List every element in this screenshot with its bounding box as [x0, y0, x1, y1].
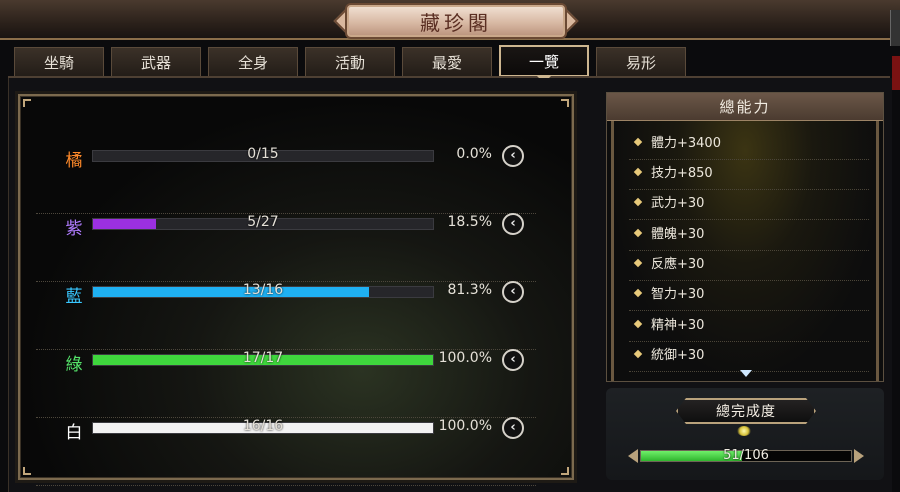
tab-events[interactable]: 活動 [305, 47, 395, 77]
chevron-left-icon: ‹ [510, 352, 516, 367]
grade-label: 紫 [65, 219, 83, 239]
progress-percent: 100.0% [438, 418, 492, 434]
progress-bar: 5/27 [92, 214, 434, 230]
tab-full-body[interactable]: 全身 [208, 47, 298, 77]
panel-frame-left [611, 121, 614, 381]
total-ability-title: 總能力 [607, 93, 883, 121]
grade-label: 藍 [65, 287, 83, 307]
stat-text: 體力+3400 [651, 136, 721, 151]
tab-bar: 坐騎 武器 全身 活動 最愛 一覽 易形 [0, 44, 900, 78]
corner-ornament [23, 99, 31, 107]
row-divider [629, 219, 869, 220]
progress-count: 0/15 [247, 146, 279, 162]
grade-row-white: 白 16/16 100.0% ‹ [36, 417, 536, 486]
grade-label: 綠 [65, 355, 83, 375]
diamond-bullet-icon [633, 288, 643, 298]
panel-frame-right [876, 121, 879, 381]
stat-row: 精神+30 [629, 312, 869, 342]
completion-progress-bar: 51/106 [640, 448, 852, 463]
stat-text: 體魄+30 [651, 227, 705, 242]
window-title-plate: 藏珍閣 [345, 3, 567, 39]
completion-title: 總完成度 [676, 398, 816, 424]
diamond-bullet-icon [633, 167, 643, 177]
chevron-left-icon: ‹ [510, 148, 516, 163]
diamond-bullet-icon [633, 228, 643, 238]
stat-row: 統御+30 [629, 342, 869, 372]
glow-orb-icon [737, 426, 751, 436]
stat-text: 武力+30 [651, 196, 705, 211]
bar-cap-left-icon [628, 449, 638, 463]
progress-count: 16/16 [242, 418, 284, 434]
detail-button[interactable]: ‹ [502, 281, 524, 303]
corner-ornament [561, 467, 569, 475]
stat-row: 武力+30 [629, 190, 869, 220]
row-divider [36, 485, 536, 486]
grade-row-blue: 藍 13/16 81.3% ‹ [36, 281, 536, 350]
stat-row: 體魄+30 [629, 221, 869, 251]
progress-count: 13/16 [242, 282, 284, 298]
side-handle[interactable] [890, 10, 900, 46]
tab-overview[interactable]: 一覽 [499, 45, 589, 77]
grade-row-purple: 紫 5/27 18.5% ‹ [36, 213, 536, 282]
stat-row: 反應+30 [629, 251, 869, 281]
detail-button[interactable]: ‹ [502, 417, 524, 439]
progress-bar: 0/15 [92, 146, 434, 162]
progress-count: 17/17 [242, 350, 284, 366]
stat-row: 體力+3400 [629, 130, 869, 160]
corner-ornament [561, 99, 569, 107]
progress-bar: 16/16 [92, 418, 434, 434]
grade-row-green: 綠 17/17 100.0% ‹ [36, 349, 536, 418]
progress-percent: 81.3% [447, 282, 492, 298]
bar-cap-right-icon [854, 449, 864, 463]
chevron-left-icon: ‹ [510, 216, 516, 231]
scroll-down-icon[interactable] [740, 370, 752, 377]
detail-button[interactable]: ‹ [502, 213, 524, 235]
diamond-bullet-icon [633, 258, 643, 268]
progress-percent: 18.5% [447, 214, 492, 230]
tab-weapons[interactable]: 武器 [111, 47, 201, 77]
progress-percent: 100.0% [438, 350, 492, 366]
grade-label: 白 [65, 423, 83, 443]
row-divider [629, 310, 869, 311]
detail-button[interactable]: ‹ [502, 349, 524, 371]
stat-row: 技力+850 [629, 160, 869, 190]
diamond-bullet-icon [633, 197, 643, 207]
stat-row: 智力+30 [629, 281, 869, 311]
stat-text: 統御+30 [651, 348, 705, 363]
stat-text: 反應+30 [651, 257, 705, 272]
grade-label: 橘 [65, 151, 83, 171]
progress-bar: 17/17 [92, 350, 434, 366]
chevron-left-icon: ‹ [510, 284, 516, 299]
grade-row-orange: 橘 0/15 0.0% ‹ [36, 145, 536, 214]
stat-text: 精神+30 [651, 318, 705, 333]
progress-count: 5/27 [247, 214, 279, 230]
tab-favorites[interactable]: 最愛 [402, 47, 492, 77]
progress-percent: 0.0% [456, 146, 492, 162]
stat-text: 智力+30 [651, 287, 705, 302]
tab-mounts[interactable]: 坐騎 [14, 47, 104, 77]
stat-text: 技力+850 [651, 166, 713, 181]
detail-button[interactable]: ‹ [502, 145, 524, 167]
diamond-bullet-icon [633, 319, 643, 329]
chevron-left-icon: ‹ [510, 420, 516, 435]
window-title: 藏珍閣 [420, 10, 492, 35]
progress-bar: 13/16 [92, 282, 434, 298]
corner-ornament [23, 467, 31, 475]
completion-count: 51/106 [723, 448, 769, 463]
tab-transform[interactable]: 易形 [596, 47, 686, 77]
total-ability-panel: 總能力 體力+3400 技力+850 武力+30 體魄+30 反應+30 智力+… [606, 92, 884, 382]
diamond-bullet-icon [633, 349, 643, 359]
diamond-bullet-icon [633, 137, 643, 147]
